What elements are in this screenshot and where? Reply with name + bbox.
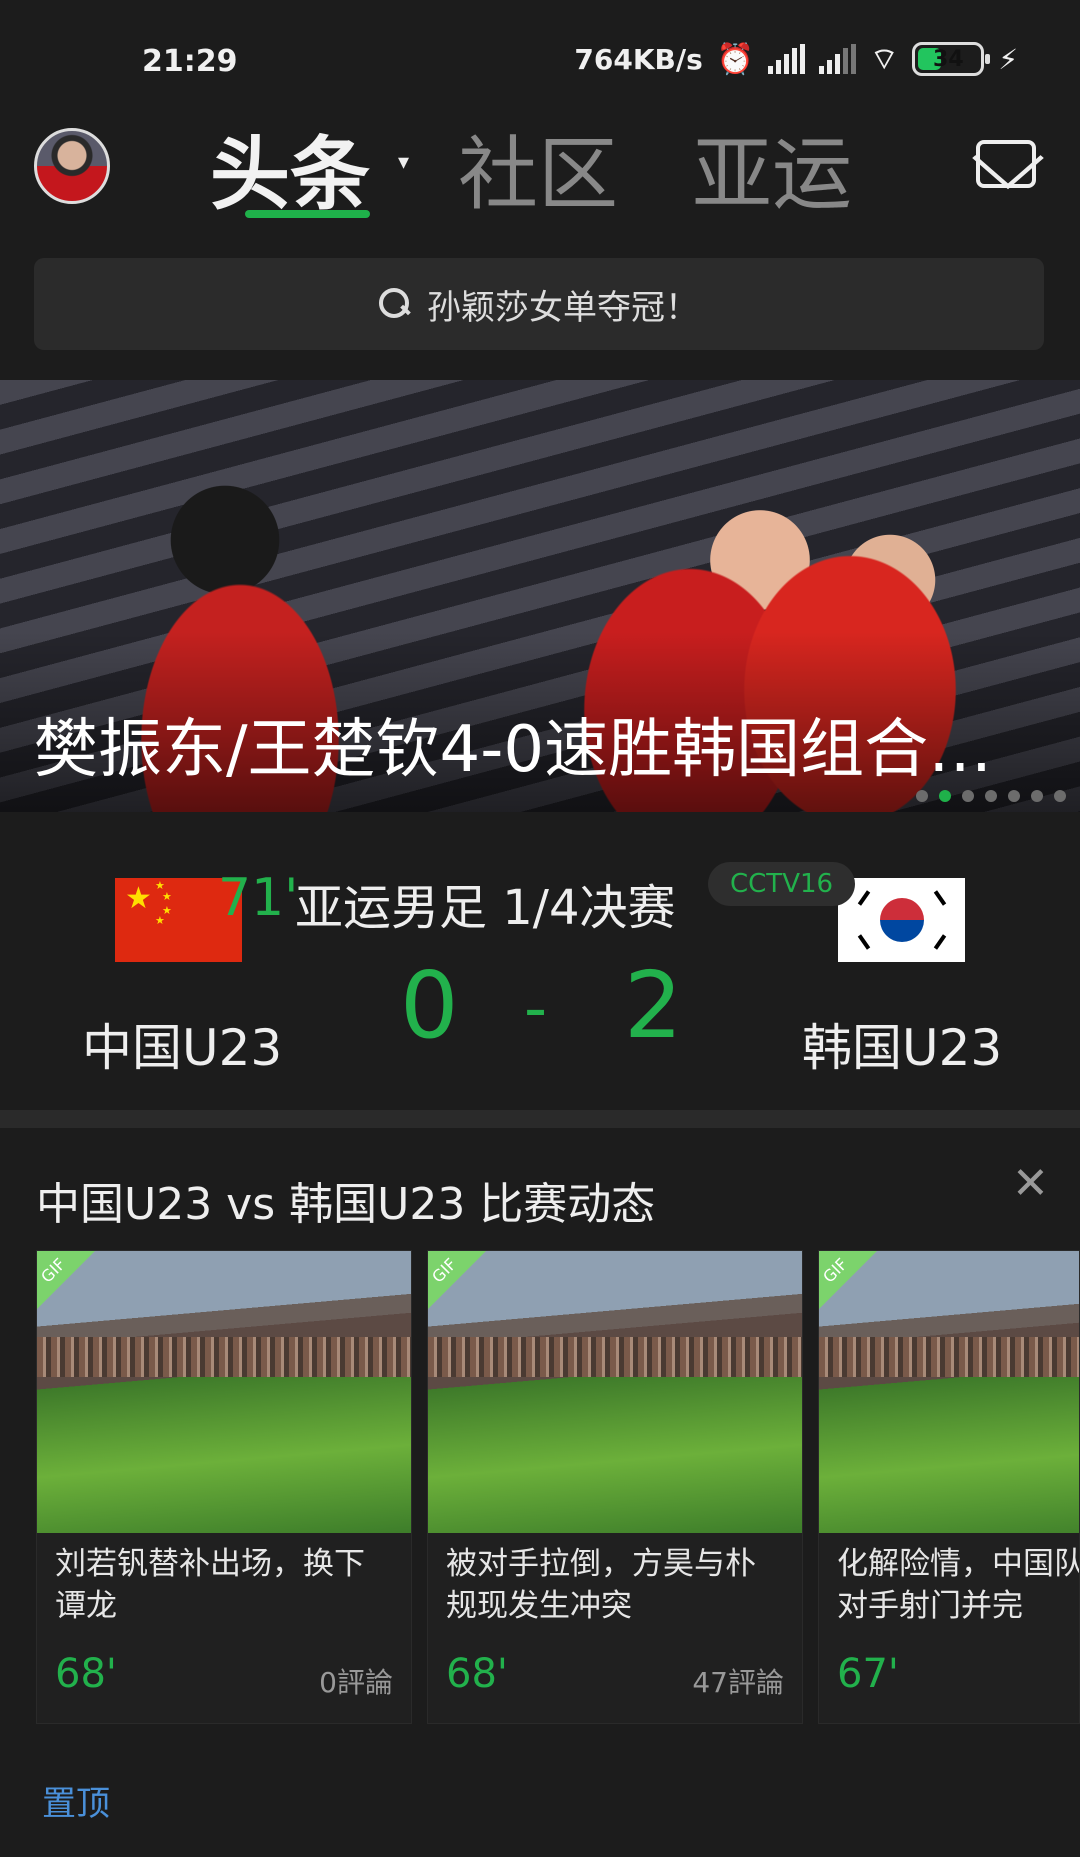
score-separator: - [524, 972, 548, 1046]
active-tab-indicator [245, 210, 370, 218]
search-icon [379, 288, 411, 320]
update-card[interactable]: GIF 被对手拉倒，方昊与朴规现发生冲突 68' 47評論 [427, 1250, 803, 1724]
mail-icon[interactable] [976, 140, 1036, 188]
headline-banner[interactable]: 樊振东/王楚钦4-0速胜韩国组合… [0, 380, 1080, 812]
banner-dot [985, 790, 997, 802]
hd-signal-icon [819, 44, 857, 74]
update-title: 被对手拉倒，方昊与朴规现发生冲突 [446, 1546, 756, 1624]
network-speed: 764KB/s [574, 42, 703, 76]
alarm-icon: ⏰ [716, 41, 755, 77]
update-card[interactable]: GIF 刘若钒替补出场，换下谭龙 68' 0評論 [36, 1250, 412, 1724]
section-divider [0, 1110, 1080, 1128]
comment-count[interactable]: 0評論 [319, 1661, 393, 1701]
away-team-name: 韩国U23 [802, 1019, 1003, 1077]
banner-dot [1054, 790, 1066, 802]
status-icons: 764KB/s ⏰ ⌔ 34 ⚡ [574, 40, 1018, 78]
banner-pagination [916, 790, 1066, 802]
charging-icon: ⚡ [998, 42, 1018, 76]
update-minute: 68' [55, 1651, 117, 1697]
update-minute: 68' [446, 1651, 508, 1697]
close-icon[interactable]: ✕ [1012, 1158, 1049, 1209]
update-title: 刘若钒替补出场，换下谭龙 [55, 1546, 365, 1624]
match-minute: 71' [218, 868, 299, 928]
status-bar: 21:29 764KB/s ⏰ ⌔ 34 ⚡ [0, 0, 1080, 110]
wifi-icon: ⌔ [870, 42, 899, 77]
pin-to-top-link[interactable]: 置顶 [42, 1776, 110, 1825]
update-minute: 67' [837, 1651, 899, 1697]
battery-icon: 34 [912, 42, 991, 76]
section-title: 中国U23 vs 韩国U23 比赛动态 [36, 1179, 656, 1230]
korea-flag-icon [838, 878, 965, 962]
banner-dot-active [939, 790, 951, 802]
search-placeholder: 孙颖莎女单夺冠！ [427, 287, 699, 328]
match-updates-section: 中国U23 vs 韩国U23 比赛动态 ✕ GIF 刘若钒替补出场，换下谭龙 6… [0, 1128, 1080, 1857]
user-avatar[interactable] [34, 128, 110, 204]
banner-dot [962, 790, 974, 802]
signal-icon [768, 44, 806, 74]
update-card[interactable]: GIF 化解险情，中国队封堵对手射门并完 67' [818, 1250, 1080, 1724]
tab-dropdown-icon[interactable]: ▾ [398, 150, 409, 175]
status-time: 21:29 [142, 44, 238, 79]
banner-dot [1008, 790, 1020, 802]
live-match-card[interactable]: ★ ★ ★ ★ ★ 71' 亚运男足 1/4决赛 CCTV16 0 - 2 中国… [0, 812, 1080, 1110]
banner-dot [1031, 790, 1043, 802]
update-title: 化解险情，中国队封堵对手射门并完 [837, 1546, 1080, 1624]
tab-community[interactable]: 社区 [458, 110, 618, 226]
banner-title: 樊振东/王楚钦4-0速胜韩国组合… [34, 713, 993, 787]
away-score: 2 [624, 952, 683, 1059]
battery-level: 34 [933, 46, 964, 72]
top-nav: 头条 ▾ 社区 亚运 [0, 110, 1080, 240]
tab-headlines[interactable]: 头条 [210, 110, 370, 226]
home-score: 0 [400, 952, 459, 1059]
match-round: 亚运男足 1/4决赛 [295, 880, 676, 936]
broadcast-channel-badge: CCTV16 [708, 862, 856, 906]
tab-asian-games[interactable]: 亚运 [692, 110, 852, 226]
comment-count[interactable]: 47評論 [692, 1661, 784, 1701]
search-bar[interactable]: 孙颖莎女单夺冠！ [34, 258, 1044, 350]
banner-dot [916, 790, 928, 802]
home-team-name: 中国U23 [82, 1019, 283, 1077]
